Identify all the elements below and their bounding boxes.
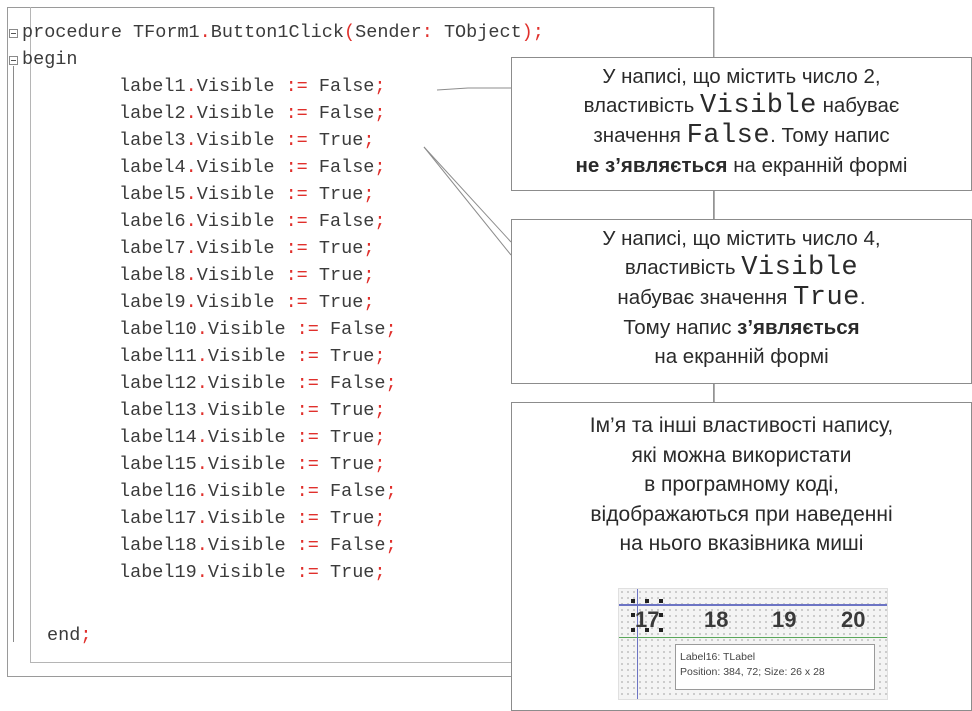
code-line-end[interactable]: end; [47, 623, 91, 649]
fold-guide-line [13, 66, 14, 642]
alignment-guide-vertical [637, 589, 638, 699]
selection-handle[interactable] [645, 599, 649, 603]
alignment-guide-green [619, 637, 887, 638]
form-label-18[interactable]: 18 [704, 607, 728, 633]
code-line-assignment[interactable]: label14.Visible := True; [119, 425, 386, 451]
code-line-assignment[interactable]: label13.Visible := True; [119, 398, 386, 424]
code-line-assignment[interactable]: label6.Visible := False; [119, 209, 386, 235]
code-line-assignment[interactable]: label1.Visible := False; [119, 74, 386, 100]
code-line-assignment[interactable]: label12.Visible := False; [119, 371, 397, 397]
code-line-procedure[interactable]: procedure TForm1.Button1Click(Sender: TO… [22, 20, 544, 46]
code-line-assignment[interactable]: label17.Visible := True; [119, 506, 386, 532]
code-line-assignment[interactable]: label8.Visible := True; [119, 263, 374, 289]
code-line-assignment[interactable]: label3.Visible := True; [119, 128, 374, 154]
fold-collapse-icon[interactable] [9, 56, 18, 65]
callout-label2-hidden: У написі, що містить число 2, властивіст… [511, 57, 972, 191]
form-designer-snippet: 17 18 19 20 Label16: TLabel Position: 38… [618, 588, 888, 700]
code-line-assignment[interactable]: label5.Visible := True; [119, 182, 374, 208]
code-line-assignment[interactable]: label10.Visible := False; [119, 317, 397, 343]
alignment-guide-blue [619, 604, 887, 606]
code-line-begin[interactable]: begin [22, 47, 78, 73]
label-hint-tooltip: Label16: TLabel Position: 384, 72; Size:… [675, 644, 875, 690]
form-label-19[interactable]: 19 [772, 607, 796, 633]
selection-handle[interactable] [631, 599, 635, 603]
code-line-assignment[interactable]: label9.Visible := True; [119, 290, 374, 316]
code-line-assignment[interactable]: label11.Visible := True; [119, 344, 386, 370]
form-label-17[interactable]: 17 [635, 607, 659, 633]
form-label-20[interactable]: 20 [841, 607, 865, 633]
code-line-assignment[interactable]: label4.Visible := False; [119, 155, 386, 181]
selection-handle[interactable] [659, 613, 663, 617]
callout-label4-visible: У написі, що містить число 4, властивіст… [511, 219, 972, 384]
fold-collapse-icon[interactable] [9, 29, 18, 38]
code-line-assignment[interactable]: label18.Visible := False; [119, 533, 397, 559]
code-line-assignment[interactable]: label16.Visible := False; [119, 479, 397, 505]
selection-handle[interactable] [659, 599, 663, 603]
selection-handle[interactable] [659, 628, 663, 632]
code-line-assignment[interactable]: label7.Visible := True; [119, 236, 374, 262]
code-line-assignment[interactable]: label19.Visible := True; [119, 560, 386, 586]
code-line-assignment[interactable]: label15.Visible := True; [119, 452, 386, 478]
code-line-assignment[interactable]: label2.Visible := False; [119, 101, 386, 127]
